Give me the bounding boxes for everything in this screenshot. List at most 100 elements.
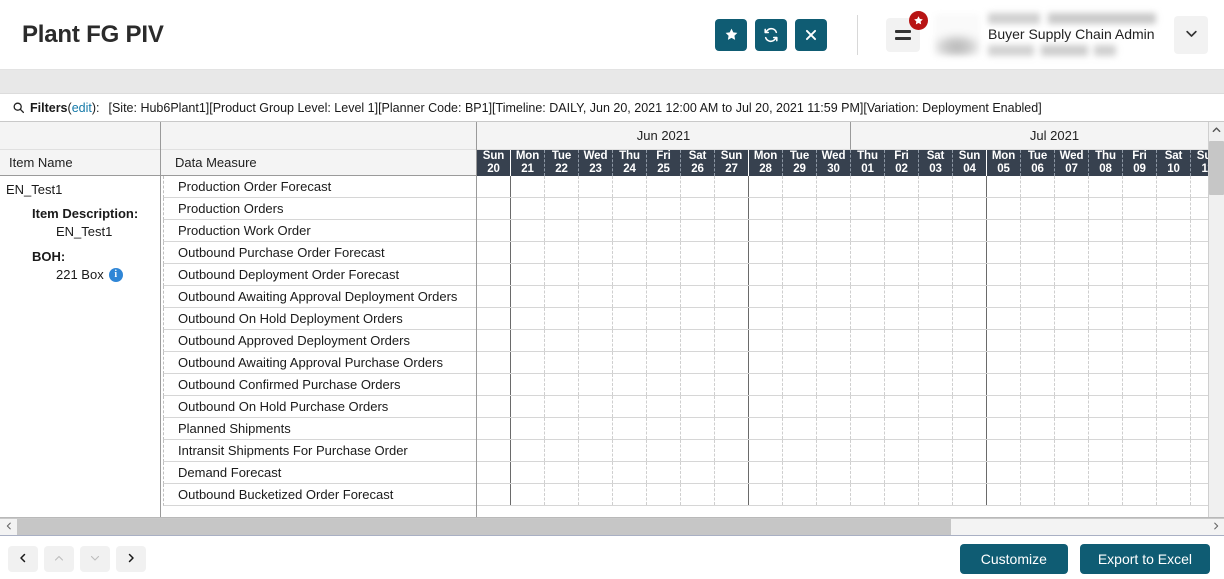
timeline-cell[interactable]: [987, 198, 1021, 219]
timeline-cell[interactable]: [783, 176, 817, 197]
timeline-cell[interactable]: [783, 264, 817, 285]
timeline-cell[interactable]: [647, 220, 681, 241]
timeline-cell[interactable]: [477, 308, 511, 329]
user-menu-toggle[interactable]: [1174, 16, 1208, 54]
timeline-cell[interactable]: [545, 220, 579, 241]
timeline-cell[interactable]: [885, 286, 919, 307]
timeline-cell[interactable]: [647, 286, 681, 307]
timeline-cell[interactable]: [953, 396, 987, 417]
timeline-cell[interactable]: [987, 374, 1021, 395]
timeline-cell[interactable]: [953, 286, 987, 307]
data-measure-row[interactable]: Outbound Confirmed Purchase Orders: [163, 374, 476, 396]
data-measure-row[interactable]: Outbound Purchase Order Forecast: [163, 242, 476, 264]
timeline-cell[interactable]: [681, 220, 715, 241]
timeline-cell[interactable]: [681, 462, 715, 483]
timeline-cell[interactable]: [511, 484, 545, 505]
timeline-cell[interactable]: [1021, 176, 1055, 197]
timeline-cell[interactable]: [715, 440, 749, 461]
timeline-cell[interactable]: [477, 242, 511, 263]
timeline-cell[interactable]: [817, 462, 851, 483]
timeline-cell[interactable]: [613, 352, 647, 373]
timeline-cell[interactable]: [987, 352, 1021, 373]
timeline-cell[interactable]: [715, 264, 749, 285]
timeline-cell[interactable]: [715, 352, 749, 373]
timeline-cell[interactable]: [681, 242, 715, 263]
timeline-cell[interactable]: [885, 330, 919, 351]
timeline-cell[interactable]: [987, 396, 1021, 417]
timeline-cell[interactable]: [749, 396, 783, 417]
timeline-cell[interactable]: [953, 330, 987, 351]
timeline-cell[interactable]: [851, 286, 885, 307]
timeline-cell[interactable]: [749, 440, 783, 461]
timeline-cell[interactable]: [1055, 330, 1089, 351]
timeline-cell[interactable]: [1157, 198, 1191, 219]
timeline-cell[interactable]: [919, 220, 953, 241]
timeline-cell[interactable]: [919, 176, 953, 197]
timeline-cell[interactable]: [1123, 418, 1157, 439]
timeline-cell[interactable]: [987, 440, 1021, 461]
timeline-cell[interactable]: [953, 176, 987, 197]
timeline-cell[interactable]: [1089, 440, 1123, 461]
horizontal-scrollbar-track[interactable]: [17, 519, 1207, 535]
timeline-cell[interactable]: [953, 462, 987, 483]
timeline-cell[interactable]: [953, 352, 987, 373]
timeline-cell[interactable]: [953, 374, 987, 395]
timeline-cell[interactable]: [477, 220, 511, 241]
close-button[interactable]: [795, 19, 827, 51]
timeline-cell[interactable]: [919, 374, 953, 395]
timeline-cell[interactable]: [1021, 484, 1055, 505]
timeline-cell[interactable]: [851, 264, 885, 285]
timeline-cell[interactable]: [919, 440, 953, 461]
timeline-cell[interactable]: [681, 352, 715, 373]
timeline-cell[interactable]: [715, 330, 749, 351]
nav-down-button[interactable]: [80, 546, 110, 572]
timeline-cell[interactable]: [987, 484, 1021, 505]
timeline-cell[interactable]: [817, 176, 851, 197]
timeline-cell[interactable]: [749, 418, 783, 439]
timeline-cell[interactable]: [545, 308, 579, 329]
timeline-cell[interactable]: [579, 198, 613, 219]
timeline-cell[interactable]: [1157, 484, 1191, 505]
timeline-cell[interactable]: [1021, 220, 1055, 241]
timeline-cell[interactable]: [953, 264, 987, 285]
timeline-cell[interactable]: [953, 418, 987, 439]
timeline-cell[interactable]: [1089, 462, 1123, 483]
timeline-cell[interactable]: [953, 308, 987, 329]
timeline-cell[interactable]: [1157, 462, 1191, 483]
timeline-cell[interactable]: [1055, 176, 1089, 197]
timeline-cell[interactable]: [783, 484, 817, 505]
timeline-cell[interactable]: [511, 220, 545, 241]
timeline-cell[interactable]: [1055, 286, 1089, 307]
timeline-cell[interactable]: [1021, 286, 1055, 307]
data-measure-row[interactable]: Outbound Deployment Order Forecast: [163, 264, 476, 286]
timeline-cell[interactable]: [477, 396, 511, 417]
timeline-cell[interactable]: [987, 242, 1021, 263]
timeline-cell[interactable]: [953, 242, 987, 263]
timeline-cell[interactable]: [885, 198, 919, 219]
data-measure-row[interactable]: Intransit Shipments For Purchase Order: [163, 440, 476, 462]
timeline-cell[interactable]: [579, 242, 613, 263]
timeline-cell[interactable]: [817, 440, 851, 461]
timeline-cell[interactable]: [1123, 462, 1157, 483]
scroll-right-button[interactable]: [1207, 519, 1224, 535]
timeline-cell[interactable]: [783, 220, 817, 241]
timeline-cell[interactable]: [749, 176, 783, 197]
timeline-cell[interactable]: [1055, 418, 1089, 439]
timeline-cell[interactable]: [681, 198, 715, 219]
timeline-cell[interactable]: [715, 396, 749, 417]
horizontal-scrollbar[interactable]: [0, 518, 1224, 536]
timeline-cell[interactable]: [647, 330, 681, 351]
timeline-cell[interactable]: [885, 264, 919, 285]
timeline-cell[interactable]: [1089, 220, 1123, 241]
nav-previous-button[interactable]: [8, 546, 38, 572]
timeline-cell[interactable]: [1123, 220, 1157, 241]
timeline-cell[interactable]: [783, 198, 817, 219]
timeline-cell[interactable]: [647, 484, 681, 505]
timeline-cell[interactable]: [715, 418, 749, 439]
timeline-cell[interactable]: [715, 484, 749, 505]
timeline-cell[interactable]: [1089, 264, 1123, 285]
timeline-cell[interactable]: [1123, 440, 1157, 461]
timeline-cell[interactable]: [647, 440, 681, 461]
timeline-cell[interactable]: [953, 198, 987, 219]
timeline-cell[interactable]: [477, 286, 511, 307]
